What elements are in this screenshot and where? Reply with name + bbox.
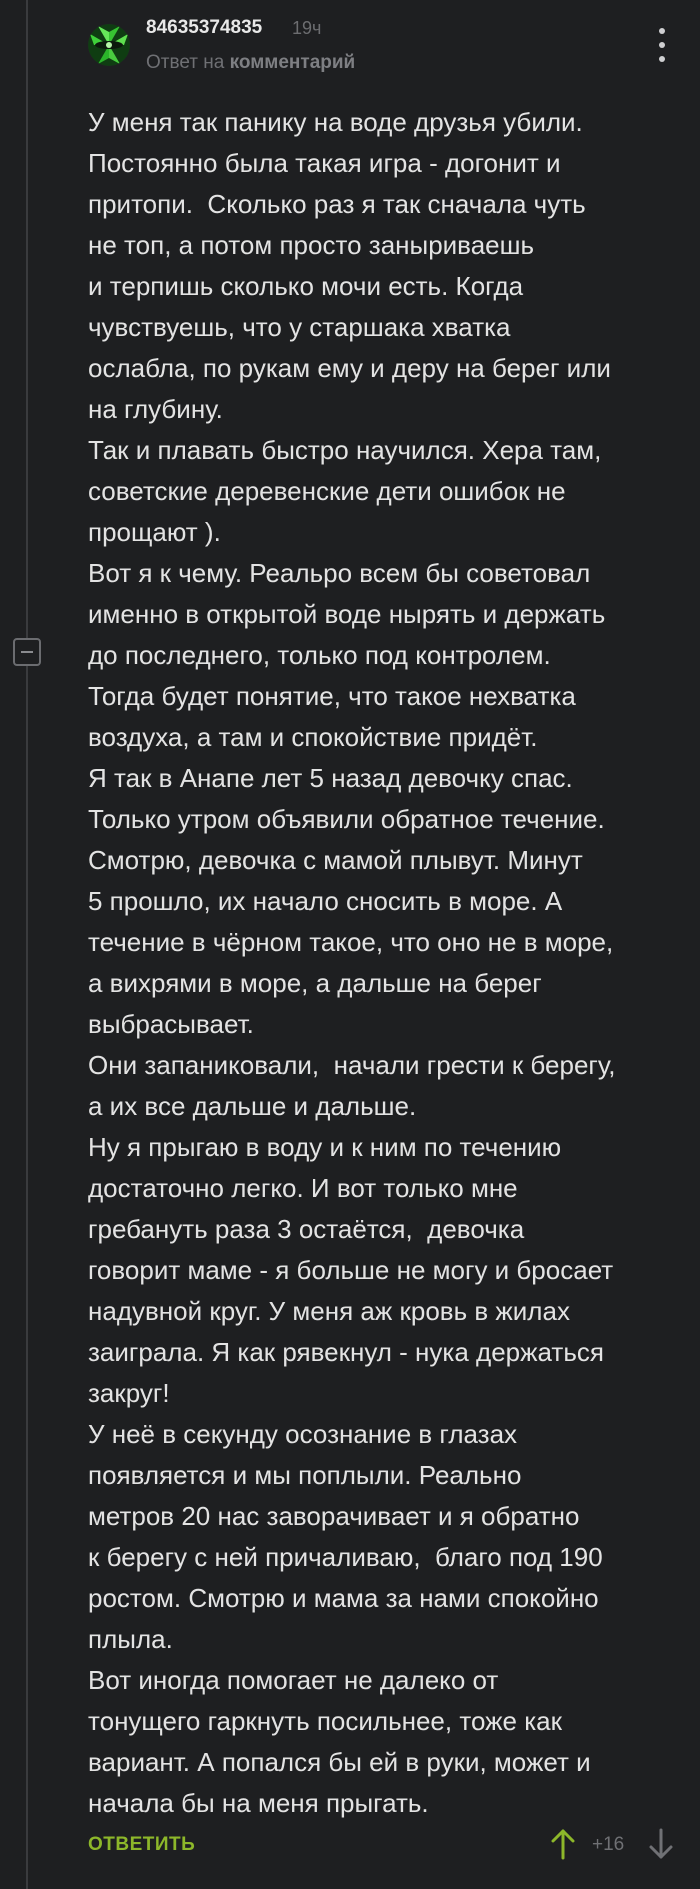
reply-prefix: Ответ на [146,52,225,73]
minus-icon [21,651,33,653]
avatar-image [88,24,130,66]
downvote-button[interactable] [648,1828,674,1860]
comment-time: 19ч [292,18,322,38]
avatar[interactable] [88,24,130,66]
reply-target-link[interactable]: комментарий [230,52,356,73]
comment-text: У меня так панику на воде друзья убили. … [88,107,616,1818]
arrow-up-icon [551,1829,575,1860]
vertical-dots-icon [659,28,665,34]
thread-line [26,0,28,1889]
upvote-button[interactable] [550,1828,576,1860]
author-username[interactable]: 84635374835 [146,17,262,39]
rating-count: +16 [592,1834,625,1855]
reply-to-line: Ответ на комментарий [146,52,355,74]
more-options-button[interactable] [650,28,674,62]
reply-button[interactable]: ОТВЕТИТЬ [88,1834,195,1856]
arrow-down-icon [649,1828,673,1859]
collapse-thread-button[interactable] [13,638,41,666]
